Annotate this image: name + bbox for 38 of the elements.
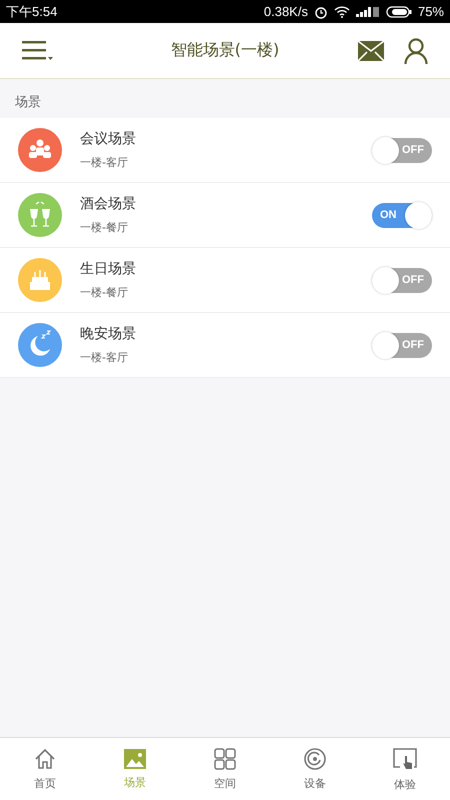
signal-icon (356, 6, 380, 18)
toggle-switch[interactable]: ON (372, 202, 432, 228)
user-icon[interactable] (404, 38, 428, 64)
tab-item[interactable]: 首页 (0, 738, 90, 800)
target-icon (304, 748, 326, 770)
toggle-label: OFF (402, 144, 424, 156)
scene-location: 一楼-餐厅 (80, 220, 129, 235)
image-icon (124, 748, 146, 768)
scene-name: 会议场景 (80, 130, 137, 148)
toggle-label: OFF (402, 274, 424, 286)
scene-name: 酒会场景 (80, 195, 137, 213)
tab-item[interactable]: 体验 (360, 738, 450, 800)
section-title: 场景 (14, 94, 42, 112)
scene-item[interactable]: 酒会场景 一楼-餐厅 ON (0, 183, 450, 248)
alarm-icon (314, 4, 328, 18)
menu-icon[interactable] (22, 40, 54, 62)
scene-location: 一楼-餐厅 (80, 285, 129, 300)
home-icon (34, 748, 56, 770)
mail-icon[interactable] (358, 40, 384, 60)
wifi-icon (334, 6, 350, 18)
scene-item[interactable]: 生日场景 一楼-餐厅 OFF (0, 248, 450, 313)
tab-item[interactable]: 设备 (270, 738, 360, 800)
scene-item[interactable]: 会议场景 一楼-客厅 OFF (0, 118, 450, 183)
touch-screen-icon (392, 746, 418, 770)
scene-name: 生日场景 (80, 260, 137, 278)
scene-location: 一楼-客厅 (80, 155, 129, 170)
status-time: 下午5:54 (6, 2, 58, 20)
battery-icon (386, 6, 412, 18)
tab-item[interactable]: 空间 (180, 738, 270, 800)
network-speed: 0.38K/s (264, 4, 308, 19)
page-title: 智能场景(一楼) (170, 40, 280, 61)
scene-item[interactable]: 晚安场景 一楼-客厅 OFF (0, 313, 450, 378)
toggle-label: ON (380, 209, 396, 221)
toggle-label: OFF (402, 339, 424, 351)
scene-name: 晚安场景 (80, 325, 137, 343)
battery-level: 75% (418, 4, 444, 19)
scene-location: 一楼-客厅 (80, 350, 129, 365)
grid-icon (214, 748, 236, 770)
